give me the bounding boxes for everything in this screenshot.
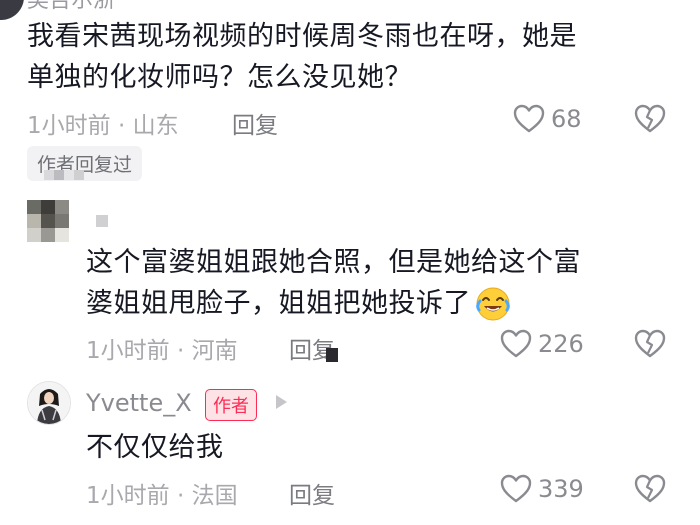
reply-button[interactable]: 回复 [232,106,278,140]
broken-heart-icon [634,474,666,503]
like-button[interactable]: 339 [500,474,584,504]
heart-icon [500,329,532,358]
cursor-mark [326,348,338,362]
avatar-portrait-icon [28,382,70,424]
username-redacted [96,215,108,227]
comment-text-line: 婆姐姐甩脸子，姐姐把她投诉了 [86,283,581,324]
comment-text-segment: 婆姐姐甩脸子，姐姐把她投诉了 [86,288,471,319]
like-count: 226 [538,330,584,358]
comment-meta: 1小时前 · 山东 [27,113,179,139]
comment-meta: 1小时前 · 法国 [86,483,238,509]
comment-text: 不仅仅给我 [86,432,224,463]
dislike-button[interactable] [634,329,666,363]
broken-heart-icon [634,104,666,133]
dislike-button[interactable] [634,474,666,508]
comment-text: 我看宋茜现场视频的时候周冬雨也在呀，她是 单独的化妆师吗？怎么没见她？ [27,16,577,98]
username[interactable]: Yvette_X [86,389,192,417]
like-button[interactable]: 226 [500,329,584,359]
like-button[interactable]: 68 [513,104,582,134]
username[interactable]: 吴吉尔浙 [27,0,115,12]
broken-heart-icon [634,329,666,358]
comment-text-line: 单独的化妆师吗？怎么没见她？ [27,62,412,93]
comment-text-line: 我看宋茜现场视频的时候周冬雨也在呀，她是 [27,21,577,52]
comment-text: 这个富婆姐姐跟她合照，但是她给这个富 婆姐姐甩脸子，姐姐把她投诉了 [86,242,581,324]
comment-meta: 1小时前 · 河南 [86,338,238,364]
play-triangle-icon [276,395,287,409]
avatar[interactable] [0,0,24,20]
avatar[interactable] [27,200,69,242]
dislike-button[interactable] [634,104,666,138]
heart-icon [500,474,532,503]
reply-button[interactable]: 回复 [289,476,335,510]
like-count: 68 [551,105,582,133]
avatar[interactable] [27,381,71,425]
mosaic-artifact [44,170,84,180]
like-count: 339 [538,475,584,503]
comment-text-line: 这个富婆姐姐跟她合照，但是她给这个富 [86,247,581,278]
heart-icon [513,104,545,133]
crying-laughing-emoji-icon [476,287,510,320]
author-badge: 作者 [205,389,257,421]
